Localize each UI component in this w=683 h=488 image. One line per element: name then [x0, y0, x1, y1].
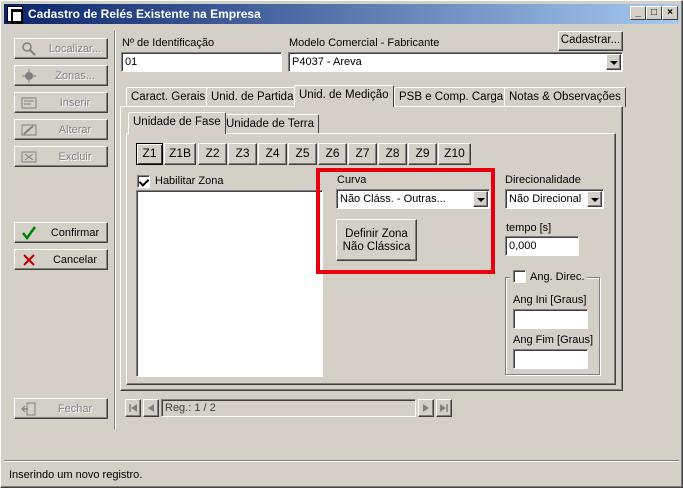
zone-z2-button[interactable]: Z2 — [198, 143, 227, 165]
confirmar-label: Confirmar — [50, 226, 100, 239]
zone-z8-button[interactable]: Z8 — [378, 143, 407, 165]
minimize-button[interactable]: _ — [630, 6, 646, 20]
id-input[interactable]: 01 — [121, 52, 282, 72]
excluir-button[interactable]: Excluir — [14, 146, 108, 167]
tab-unid-partida[interactable]: Unid. de Partida — [206, 87, 299, 107]
id-label: Nº de Identificação — [122, 37, 215, 49]
ang-fim-input[interactable] — [513, 349, 588, 369]
definir-zona-line2: Não Clássica — [342, 241, 411, 253]
app-relay-icon — [7, 6, 23, 24]
nav-prev-button[interactable] — [143, 399, 159, 417]
inserir-label: Inserir — [59, 96, 91, 109]
magnifier-icon — [21, 41, 37, 56]
insert-record-icon — [21, 96, 37, 110]
zone-z9-button[interactable]: Z9 — [408, 143, 437, 165]
zone-z4-button[interactable]: Z4 — [258, 143, 287, 165]
modelo-label: Modelo Comercial - Fabricante — [289, 37, 440, 49]
modelo-select[interactable]: P4037 - Areva — [288, 52, 623, 72]
zone-z6-button[interactable]: Z6 — [318, 143, 347, 165]
tempo-input[interactable]: 0,000 — [505, 236, 579, 256]
zone-z5-button[interactable]: Z5 — [288, 143, 317, 165]
app-window: Cadastro de Relés Existente na Empresa _… — [0, 0, 683, 488]
cancel-x-icon — [21, 253, 37, 267]
tab-psb-comp-carga[interactable]: PSB e Comp. Carga — [394, 87, 509, 107]
modelo-value: P4037 - Areva — [292, 56, 362, 68]
delete-record-icon — [21, 150, 37, 164]
cadastrar-button[interactable]: Cadastrar... — [558, 31, 623, 51]
zone-z3-button[interactable]: Z3 — [228, 143, 257, 165]
nav-first-button[interactable] — [125, 399, 141, 417]
fechar-label: Fechar — [57, 402, 93, 415]
cancelar-label: Cancelar — [52, 253, 98, 266]
maximize-button[interactable]: □ — [646, 6, 662, 20]
tab-unid-medicao[interactable]: Unid. de Medição — [294, 85, 394, 107]
subtab-unidade-fase[interactable]: Unidade de Fase — [128, 112, 226, 134]
nav-last-button[interactable] — [436, 399, 452, 417]
alterar-label: Alterar — [58, 123, 92, 136]
ang-direc-legend: Ang. Direc. — [510, 270, 588, 283]
status-divider — [4, 460, 679, 462]
modelo-dropdown-arrow-icon[interactable] — [606, 54, 621, 70]
curva-dropdown-arrow-icon[interactable] — [473, 191, 488, 207]
tempo-label: tempo [s] — [506, 222, 552, 234]
direcionalidade-select[interactable]: Não Direcional — [505, 189, 604, 209]
direcionalidade-value: Não Direcional — [509, 193, 582, 205]
nav-next-icon — [423, 404, 429, 412]
nav-next-button[interactable] — [418, 399, 434, 417]
zone-list-box[interactable] — [136, 190, 323, 377]
exit-door-icon — [21, 402, 37, 416]
inserir-button[interactable]: Inserir — [14, 92, 108, 113]
direcionalidade-label: Direcionalidade — [505, 174, 581, 186]
fechar-button[interactable]: Fechar — [14, 398, 108, 419]
zone-z10-button[interactable]: Z10 — [438, 143, 471, 165]
confirmar-button[interactable]: Confirmar — [14, 222, 108, 243]
localizar-button[interactable]: Localizar... — [14, 38, 108, 59]
tab-caract-gerais[interactable]: Caract. Gerais — [126, 87, 211, 107]
curva-select[interactable]: Não Cláss. - Outras... — [336, 189, 490, 209]
ang-ini-input[interactable] — [513, 309, 588, 329]
habilitar-zona-checkbox[interactable] — [137, 175, 150, 188]
tab-notas-observacoes[interactable]: Notas & Observações — [504, 87, 626, 107]
zonas-button[interactable]: Zonas... — [14, 65, 108, 86]
ang-direc-label: Ang. Direc. — [530, 270, 585, 283]
alterar-button[interactable]: Alterar — [14, 119, 108, 140]
ang-fim-label: Ang Fim [Graus] — [513, 334, 594, 346]
edit-record-icon — [21, 123, 37, 137]
checkmark-icon — [21, 225, 37, 240]
zone-z7-button[interactable]: Z7 — [348, 143, 377, 165]
zone-z1-button[interactable]: Z1 — [136, 143, 163, 165]
ang-ini-label: Ang Ini [Graus] — [513, 294, 587, 306]
nav-record-field: Reg.: 1 / 2 — [161, 399, 416, 417]
curva-value: Não Cláss. - Outras... — [340, 193, 446, 205]
excluir-label: Excluir — [58, 150, 92, 163]
subtab-unidade-terra[interactable]: Unidade de Terra — [221, 114, 320, 134]
zonas-label: Zonas... — [55, 69, 95, 82]
nav-first-icon — [129, 404, 137, 412]
nav-prev-icon — [148, 404, 154, 412]
nav-last-icon — [440, 404, 448, 412]
definir-zona-button[interactable]: Definir Zona Não Clássica — [336, 219, 417, 261]
close-button[interactable]: × — [662, 6, 678, 20]
status-bar: Inserindo um novo registro. — [4, 466, 679, 486]
zone-z1b-button[interactable]: Z1B — [164, 143, 196, 165]
cancelar-button[interactable]: Cancelar — [14, 249, 108, 270]
window-title: Cadastro de Relés Existente na Empresa — [28, 7, 261, 21]
sidebar-divider — [114, 31, 116, 429]
ang-direc-checkbox[interactable] — [513, 270, 526, 283]
definir-zona-line1: Definir Zona — [345, 228, 408, 240]
status-text: Inserindo um novo registro. — [9, 469, 143, 481]
localizar-label: Localizar... — [48, 42, 102, 55]
direcionalidade-dropdown-arrow-icon[interactable] — [587, 191, 602, 207]
curva-label: Curva — [337, 174, 367, 186]
zones-icon — [21, 68, 37, 83]
habilitar-zona-label: Habilitar Zona — [155, 175, 224, 187]
title-bar[interactable]: Cadastro de Relés Existente na Empresa _… — [4, 4, 679, 24]
